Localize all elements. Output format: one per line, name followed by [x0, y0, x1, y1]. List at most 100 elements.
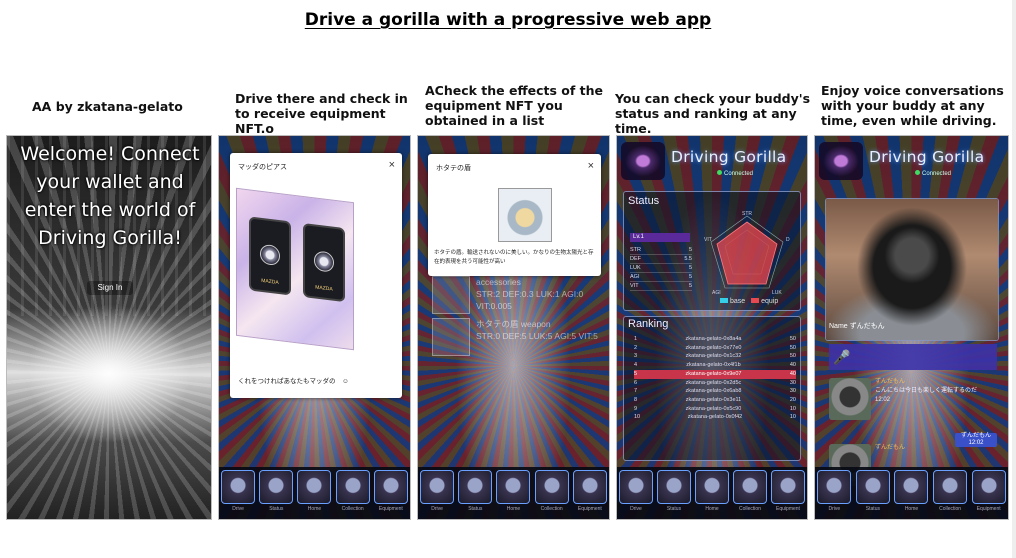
- connection-status: Connected: [717, 170, 753, 177]
- caption-3: ACheck the effects of the equipment NFT …: [425, 83, 603, 128]
- ranking-row: 10 zkatana-gelato-0x0f42 10: [634, 414, 796, 421]
- gorilla-portrait: [826, 199, 998, 340]
- equipment-thumbnail: [432, 276, 470, 314]
- stat-row: DEF 5.5: [630, 256, 692, 264]
- voice-input-bar[interactable]: 🎤: [829, 344, 997, 370]
- welcome-message: Welcome! Connect your wallet and enter t…: [20, 143, 200, 249]
- nav-item-drive[interactable]: Drive: [419, 470, 455, 512]
- nav-item-home[interactable]: Home: [694, 470, 730, 512]
- buddy-name: Name ずんだもん: [829, 323, 885, 330]
- equipment-icon: [971, 470, 1006, 504]
- sign-in-button[interactable]: Sign In: [87, 281, 133, 295]
- drive-icon: [619, 470, 653, 504]
- buddy-card: [825, 198, 999, 341]
- nav-item-equipment[interactable]: Equipment: [373, 470, 409, 512]
- message-sender: ずんだもん: [875, 379, 906, 385]
- modal-description: ホタテの盾。輸送されないのに美しい。かなりの生物太陽光と存在的表現を共う可能性が…: [434, 250, 594, 265]
- tag-text: MAZDA: [261, 277, 279, 287]
- gem-icon: [260, 243, 280, 267]
- earring-tag-right: MAZDA: [303, 222, 345, 303]
- list-item[interactable]: ホタテの盾 weapon STR:0 DEF:5 LUK:5 AGI:5 VIT…: [432, 318, 602, 356]
- status-screen: Driving Gorilla Connected Status Lv.1 ST…: [616, 135, 808, 520]
- ranking-row-current-user: 5 zkatana-gelato-0x9e07 40: [634, 369, 796, 379]
- shell-shield-image: [498, 188, 552, 242]
- equipment-thumbnail: [432, 318, 470, 356]
- home-icon: [695, 470, 729, 504]
- home-icon: [496, 470, 531, 504]
- page-title: Drive a gorilla with a progressive web a…: [304, 10, 712, 30]
- radar-label: VIT: [704, 237, 712, 243]
- connected-dot-icon: [717, 170, 722, 175]
- close-icon[interactable]: ×: [389, 159, 395, 171]
- radar-label: LUK: [772, 290, 782, 296]
- modal-title: マッダのピアス: [238, 164, 287, 171]
- earring-tag-left: MAZDA: [249, 216, 291, 296]
- checkin-screen: マッダのピアス × MAZDA MAZDA くれをつけれぱあなたもマッダの ☺ …: [218, 135, 411, 520]
- equipment-icon: [572, 470, 607, 504]
- nav-item-status[interactable]: Status: [457, 470, 493, 512]
- radar-label: AGI: [712, 290, 721, 296]
- equipment-stats: STR:2 DEF:0.3 LUK:1 AGI:0 VIT:0.005: [476, 289, 584, 311]
- microphone-icon[interactable]: 🎤: [833, 348, 850, 366]
- level-badge: Lv.1: [630, 233, 690, 242]
- ranking-row: 9 zkatana-gelato-0x5c90 10: [634, 405, 796, 412]
- welcome-screen: Welcome! Connect your wallet and enter t…: [6, 135, 212, 520]
- collection-icon: [733, 470, 767, 504]
- nav-item-drive[interactable]: Drive: [816, 470, 852, 512]
- ranking-row: 7 zkatana-gelato-0x6ab8 30: [634, 388, 796, 395]
- nav-item-drive[interactable]: Drive: [220, 470, 256, 512]
- bottom-nav: Drive Status Home Collection Equipment: [617, 467, 807, 519]
- close-icon[interactable]: ×: [588, 160, 594, 172]
- equipment-modal: マッダのピアス × MAZDA MAZDA くれをつけれぱあなたもマッダの ☺: [230, 153, 402, 398]
- equipment-list: accessories STR:2 DEF:0.3 LUK:1 AGI:0 VI…: [432, 276, 602, 360]
- equipment-stats: STR:0 DEF:5 LUK:5 AGI:5 VIT:5: [476, 331, 598, 341]
- list-item[interactable]: accessories STR:2 DEF:0.3 LUK:1 AGI:0 VI…: [432, 276, 602, 314]
- nav-item-collection[interactable]: Collection: [932, 470, 968, 512]
- radar-label: STR: [742, 211, 752, 217]
- bottom-nav: Drive Status Home Collection Equipment: [219, 467, 410, 519]
- app-title: Driving Gorilla: [671, 148, 787, 166]
- nav-item-status[interactable]: Status: [656, 470, 692, 512]
- status-icon: [855, 470, 890, 504]
- ranking-panel: Ranking 1 zkatana-gelato-0x8a4a 50 2 zkatan…: [623, 316, 801, 461]
- drive-icon: [420, 470, 455, 504]
- stat-radar-chart: STR DEF LUK AGI VIT: [704, 211, 790, 296]
- ranking-row: 3 zkatana-gelato-0x1c32 50: [634, 353, 796, 360]
- reply-bubble: ずんだもん 12:02: [955, 433, 997, 447]
- legend-equip-swatch: [751, 298, 760, 303]
- modal-footer-text: くれをつけれぱあなたもマッダの ☺: [238, 378, 349, 385]
- caption-1: AA by zkatana-gelato: [32, 99, 183, 114]
- collection-icon: [335, 470, 370, 504]
- ranking-row: 6 zkatana-gelato-0x2d5c 30: [634, 379, 796, 386]
- ranking-list: 1 zkatana-gelato-0x8a4a 50 2 zkatana-gelato…: [634, 335, 796, 422]
- equipment-icon: [771, 470, 805, 504]
- status-icon: [458, 470, 493, 504]
- nav-item-status[interactable]: Status: [258, 470, 294, 512]
- nav-item-home[interactable]: Home: [296, 470, 332, 512]
- drive-icon: [221, 470, 256, 504]
- radar-label: DEF: [786, 237, 790, 243]
- nav-item-home[interactable]: Home: [893, 470, 929, 512]
- tag-text: MAZDA: [315, 284, 333, 293]
- nav-item-home[interactable]: Home: [495, 470, 531, 512]
- status-panel: Status Lv.1 STR 5 DEF 5.5 LUK 5 AGI 5 VIT 5 S…: [623, 191, 801, 311]
- status-icon: [657, 470, 691, 504]
- chat-message: ずんだもん こんにちは今日も楽しく運転するのだ 12:02: [829, 378, 997, 420]
- nav-item-status[interactable]: Status: [855, 470, 891, 512]
- status-heading: Status: [628, 195, 660, 207]
- earring-nft-image: MAZDA MAZDA: [236, 187, 354, 351]
- app-header: Driving Gorilla Connected: [815, 136, 1008, 186]
- ranking-row: 4 zkatana-gelato-0x4f1b 40: [634, 362, 796, 369]
- equipment-category: accessories: [476, 277, 521, 287]
- nav-item-collection[interactable]: Collection: [335, 470, 371, 512]
- connected-dot-icon: [915, 170, 920, 175]
- nav-item-collection[interactable]: Collection: [732, 470, 768, 512]
- drive-icon: [817, 470, 852, 504]
- nav-item-equipment[interactable]: Equipment: [770, 470, 806, 512]
- legend-base-swatch: [720, 298, 728, 303]
- nav-item-equipment[interactable]: Equipment: [572, 470, 608, 512]
- nav-item-equipment[interactable]: Equipment: [971, 470, 1007, 512]
- nav-item-drive[interactable]: Drive: [618, 470, 654, 512]
- ranking-heading: Ranking: [628, 318, 669, 330]
- nav-item-collection[interactable]: Collection: [534, 470, 570, 512]
